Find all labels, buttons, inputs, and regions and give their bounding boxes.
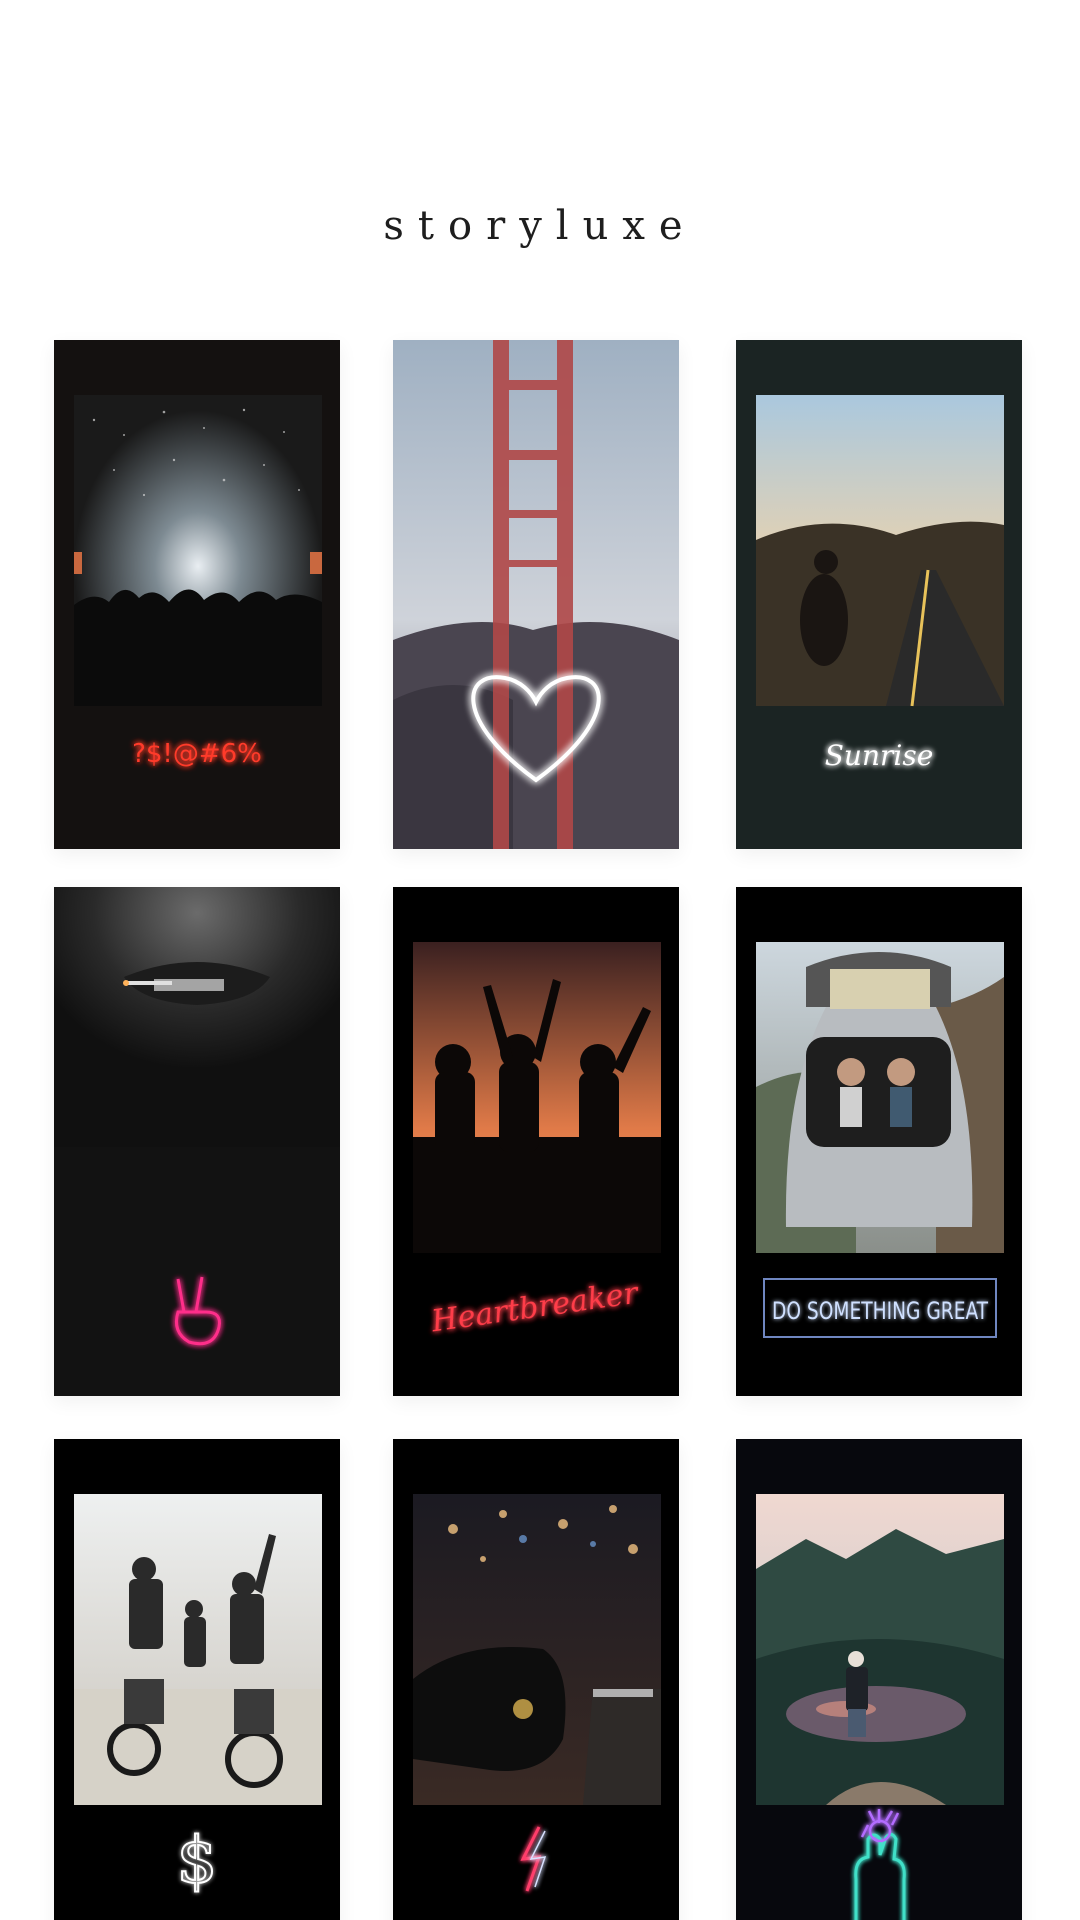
template-gallery: storyluxe ?$!@#6% Sunrise Heartbreaker D… — [0, 0, 1080, 1920]
neon-do-something-great-text: DO SOMETHING GREAT — [772, 1297, 989, 1325]
neon-symbols-text: ?$!@#6% — [132, 739, 262, 769]
template-card-road[interactable]: Sunrise — [736, 340, 1022, 849]
dollar-icon: $ — [177, 1824, 218, 1898]
brand-logo: storyluxe — [383, 203, 697, 249]
template-card-mountain-lake[interactable] — [736, 1439, 1022, 1920]
template-card-dancers[interactable]: Heartbreaker — [393, 887, 679, 1396]
template-card-concert[interactable]: ?$!@#6% — [54, 340, 340, 849]
template-card-portrait[interactable] — [54, 887, 340, 1396]
template-card-bikers[interactable]: $ — [54, 1439, 340, 1920]
template-card-night-car[interactable] — [393, 1439, 679, 1920]
neon-sunrise-text: Sunrise — [825, 739, 934, 772]
template-card-car-trunk[interactable]: DO SOMETHING GREAT — [736, 887, 1022, 1396]
template-card-bridge[interactable] — [393, 340, 679, 849]
